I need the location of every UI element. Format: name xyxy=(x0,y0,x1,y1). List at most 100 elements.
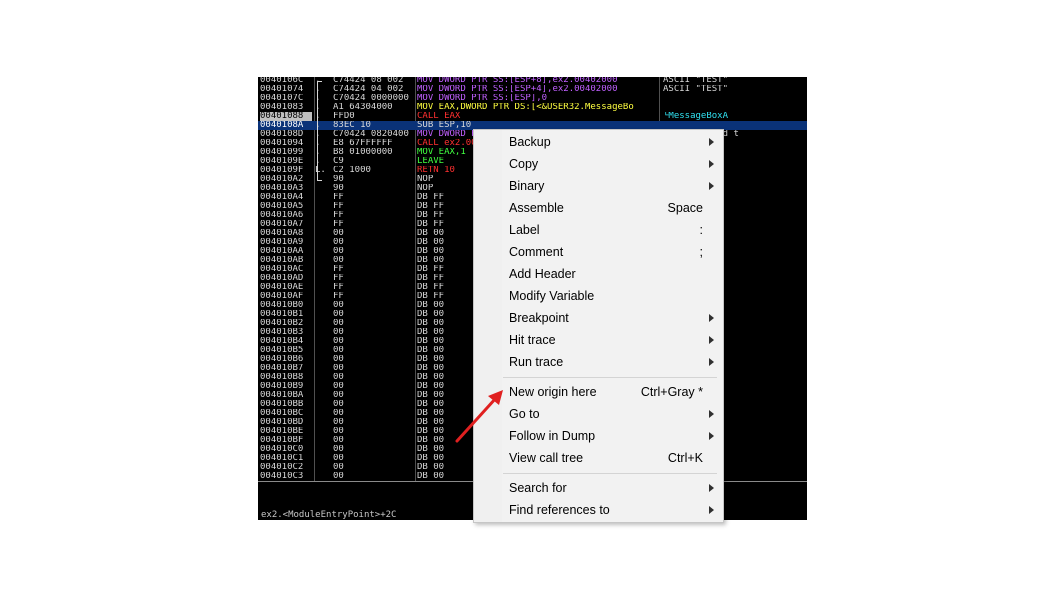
address-cell: 004010B8 xyxy=(260,373,304,382)
submenu-arrow-icon xyxy=(709,506,714,514)
hex-dump-cell: FF xyxy=(333,283,344,292)
hex-dump-cell: 00 xyxy=(333,373,344,382)
menu-item-add-header[interactable]: Add Header xyxy=(474,264,723,286)
disasm-row[interactable]: 00401074. C74424 04 002 MOV DWORD PTR SS:[… xyxy=(258,85,807,94)
submenu-arrow-icon xyxy=(709,484,714,492)
hex-dump-cell: C70424 0820400 xyxy=(333,130,409,139)
menu-item-label: Assemble xyxy=(509,201,564,215)
menu-item-new-origin-here[interactable]: New origin here Ctrl+Gray * xyxy=(474,382,723,404)
address-cell: 004010B6 xyxy=(260,355,304,364)
menu-item-label: Go to xyxy=(509,407,540,421)
flow-mark xyxy=(315,328,329,337)
flow-mark xyxy=(315,301,329,310)
disassembly-cell: CALL EAX xyxy=(417,112,461,121)
menu-item-copy[interactable]: Copy xyxy=(474,154,723,176)
address-cell: 004010B7 xyxy=(260,364,304,373)
menu-item-label: View call tree xyxy=(509,451,584,465)
hex-dump-cell: FFD0 xyxy=(333,112,355,121)
address-cell: 0040108D xyxy=(260,130,304,139)
disasm-row[interactable]: 00401083. A1 64304000 MOV EAX,DWORD PTR DS… xyxy=(258,103,807,112)
address-cell: 00401094 xyxy=(260,139,304,148)
address-cell: 004010AC xyxy=(260,265,304,274)
hex-dump-cell: 00 xyxy=(333,229,344,238)
address-cell: 004010BD xyxy=(260,418,304,427)
menu-item-binary[interactable]: Binary xyxy=(474,176,723,198)
address-cell: 004010A2 xyxy=(260,175,304,184)
menu-item-backup[interactable]: Backup xyxy=(474,132,723,154)
hex-dump-cell: 00 xyxy=(333,436,344,445)
submenu-arrow-icon xyxy=(709,410,714,418)
address-cell: 004010BF xyxy=(260,436,304,445)
submenu-arrow-icon xyxy=(709,182,714,190)
menu-item-shortcut: Space xyxy=(667,201,703,215)
menu-item-label: New origin here xyxy=(509,385,597,399)
flow-mark xyxy=(315,283,329,292)
menu-item-shortcut: ; xyxy=(699,245,703,259)
address-cell: 00401099 xyxy=(260,148,304,157)
hex-dump-cell: FF xyxy=(333,292,344,301)
hex-dump-cell: FF xyxy=(333,265,344,274)
flow-mark xyxy=(315,193,329,202)
address-cell: 004010AD xyxy=(260,274,304,283)
disasm-row[interactable]: 0040107C. C70424 0000000 MOV DWORD PTR SS:… xyxy=(258,94,807,103)
submenu-arrow-icon xyxy=(709,138,714,146)
flow-mark xyxy=(315,337,329,346)
flow-mark xyxy=(315,472,329,481)
menu-item-label: Binary xyxy=(509,179,545,193)
comment-cell xyxy=(663,103,807,112)
address-cell: 004010A5 xyxy=(260,202,304,211)
submenu-arrow-icon xyxy=(709,314,714,322)
hex-dump-cell: 00 xyxy=(333,301,344,310)
address-cell: 0040106C xyxy=(260,77,304,85)
menu-item-label: Run trace xyxy=(509,355,564,369)
menu-item-follow-in-dump[interactable]: Follow in Dump xyxy=(474,426,723,448)
address-cell: 004010C1 xyxy=(260,454,304,463)
menu-item-modify-variable[interactable]: Modify Variable xyxy=(474,286,723,308)
menu-item-comment[interactable]: Comment; xyxy=(474,242,723,264)
info-text: ex2.<ModuleEntryPoint>+2C xyxy=(261,510,397,520)
hex-dump-cell: 00 xyxy=(333,382,344,391)
menu-item-label: Add Header xyxy=(509,267,576,281)
menu-item-find-references-to[interactable]: Find references to xyxy=(474,500,723,522)
flow-mark xyxy=(315,427,329,436)
menu-item-label: Search for xyxy=(509,481,567,495)
menu-item-view-call-tree[interactable]: View call tree Ctrl+K xyxy=(474,448,723,470)
hex-dump-cell: 00 xyxy=(333,238,344,247)
flow-mark xyxy=(315,364,329,373)
disasm-row[interactable]: 00401088. FFD0 CALL EAX └MessageBoxA xyxy=(258,112,807,121)
flow-mark xyxy=(315,229,329,238)
address-cell: 00401088 xyxy=(260,112,312,121)
menu-item-breakpoint[interactable]: Breakpoint xyxy=(474,308,723,330)
address-cell: 004010A7 xyxy=(260,220,304,229)
address-cell: 004010AE xyxy=(260,283,304,292)
hex-dump-cell: 90 xyxy=(333,175,344,184)
address-cell: 004010BC xyxy=(260,409,304,418)
context-menu[interactable]: Backup Copy Binary Assemble Space Label: Comme… xyxy=(473,129,724,523)
menu-item-shortcut: Ctrl+Gray * xyxy=(640,385,703,399)
disassembly-cell: MOV EAX,DWORD PTR DS:[<&USER32.MessageBo xyxy=(417,103,634,112)
menu-item-label: Hit trace xyxy=(509,333,556,347)
menu-item-search-for[interactable]: Search for xyxy=(474,478,723,500)
hex-dump-cell: 00 xyxy=(333,427,344,436)
hex-dump-cell: C74424 08 002 xyxy=(333,77,404,85)
menu-item-label: Comment xyxy=(509,245,564,259)
address-cell: 004010A4 xyxy=(260,193,304,202)
hex-dump-cell: 00 xyxy=(333,418,344,427)
menu-item-label[interactable]: Label: xyxy=(474,220,723,242)
hex-dump-cell: 00 xyxy=(333,319,344,328)
address-cell: 004010B1 xyxy=(260,310,304,319)
menu-item-go-to[interactable]: Go to xyxy=(474,404,723,426)
submenu-arrow-icon xyxy=(709,358,714,366)
menu-item-hit-trace[interactable]: Hit trace xyxy=(474,330,723,352)
menu-item-assemble[interactable]: Assemble Space xyxy=(474,198,723,220)
address-cell: 004010B4 xyxy=(260,337,304,346)
disasm-row[interactable]: 0040106C. C74424 08 002 MOV DWORD PTR SS:[… xyxy=(258,77,807,85)
menu-item-shortcut: Ctrl+K xyxy=(667,451,703,465)
hex-dump-cell: C70424 0000000 xyxy=(333,94,409,103)
hex-dump-cell: 00 xyxy=(333,256,344,265)
comment-cell: ASCII "TEST" xyxy=(663,85,729,94)
address-cell: 0040108A xyxy=(260,121,304,130)
menu-item-label: Modify Variable xyxy=(509,289,595,303)
flow-mark xyxy=(315,355,329,364)
menu-item-run-trace[interactable]: Run trace xyxy=(474,352,723,374)
